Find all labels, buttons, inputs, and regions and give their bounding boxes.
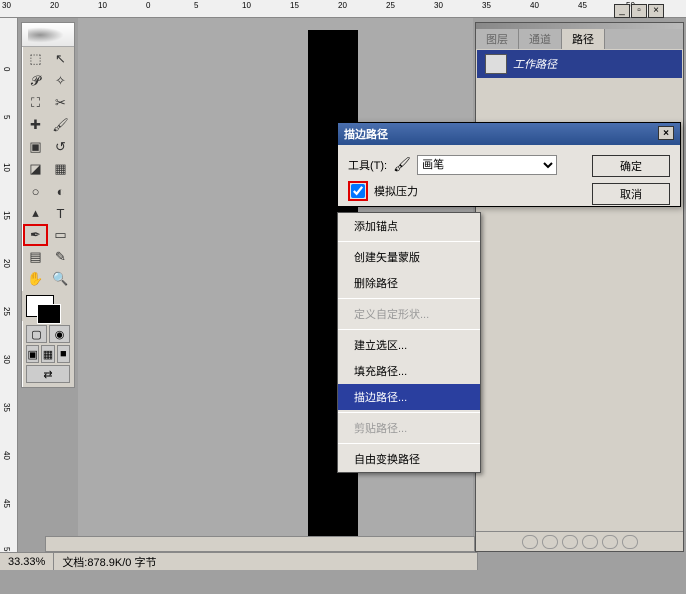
dialog-title: 描边路径 <box>344 126 388 142</box>
close-button[interactable]: × <box>648 4 664 18</box>
window-controls: _ ▫ × <box>614 4 664 18</box>
panel-header[interactable] <box>476 23 683 29</box>
brush-icon[interactable]: 🖌 <box>48 114 73 136</box>
tool-label: 工具(T): <box>348 157 387 173</box>
menu-item[interactable]: 填充路径... <box>338 358 480 384</box>
dialog-close-button[interactable]: × <box>658 126 674 140</box>
wand-icon[interactable]: ✧ <box>48 70 73 92</box>
cancel-button[interactable]: 取消 <box>592 183 670 205</box>
panel-tabs: 图层通道路径 <box>476 29 683 49</box>
path-list-item[interactable]: 工作路径 <box>477 50 682 78</box>
path-thumbnail <box>485 54 507 74</box>
horizontal-ruler <box>0 0 686 18</box>
new-path-icon[interactable] <box>602 535 618 549</box>
app-logo-icon <box>28 26 68 44</box>
menu-separator <box>338 412 480 413</box>
make-workpath-icon[interactable] <box>582 535 598 549</box>
color-swatch-area <box>22 291 74 321</box>
menu-separator <box>338 329 480 330</box>
context-menu: 添加锚点创建矢量蒙版删除路径定义自定形状... 建立选区...填充路径...描边路… <box>337 212 481 473</box>
quickmask-mode-button[interactable]: ◉ <box>49 325 70 343</box>
blur-icon[interactable]: ○ <box>23 180 48 202</box>
heal-icon[interactable]: ✚ <box>23 114 48 136</box>
menu-separator <box>338 443 480 444</box>
tab-图层[interactable]: 图层 <box>476 29 519 49</box>
load-selection-icon[interactable] <box>562 535 578 549</box>
document-info: 文档:878.9K/0 字节 <box>54 553 478 570</box>
menu-item[interactable]: 自由变换路径 <box>338 446 480 472</box>
menu-item[interactable]: 创建矢量蒙版 <box>338 244 480 270</box>
screen-mode-1-button[interactable]: ▣ <box>26 345 39 363</box>
menu-item[interactable]: 建立选区... <box>338 332 480 358</box>
pen-icon[interactable]: ✒ <box>23 224 48 246</box>
screen-mode-2-button[interactable]: ▦ <box>41 345 54 363</box>
simulate-pressure-checkbox[interactable] <box>351 184 365 198</box>
shape-icon[interactable]: ▭ <box>48 224 73 246</box>
menu-item: 剪贴路径... <box>338 415 480 441</box>
delete-path-icon[interactable] <box>622 535 638 549</box>
path-select-icon[interactable]: ▴ <box>23 202 48 224</box>
hand-icon[interactable]: ✋ <box>23 268 48 290</box>
fill-path-icon[interactable] <box>522 535 538 549</box>
notes-icon[interactable]: ▤ <box>23 246 48 268</box>
toolbox-header <box>22 23 74 47</box>
status-bar: 33.33% 文档:878.9K/0 字节 <box>0 552 478 570</box>
history-icon[interactable]: ↺ <box>48 136 73 158</box>
tab-路径[interactable]: 路径 <box>562 29 605 49</box>
menu-item[interactable]: 删除路径 <box>338 270 480 296</box>
tool-grid: ⬚↖𝓟✧⛶✂✚🖌▣↺◪▦○◐▴T✒▭▤✎✋🔍 <box>22 47 74 291</box>
menu-item[interactable]: 添加锚点 <box>338 213 480 239</box>
eyedropper-icon[interactable]: ✎ <box>48 246 73 268</box>
horizontal-scrollbar[interactable] <box>45 536 475 552</box>
brush-preview-icon: 🖌 <box>393 156 411 174</box>
dialog-titlebar[interactable]: 描边路径 × <box>338 123 680 145</box>
crop-icon[interactable]: ⛶ <box>23 92 48 114</box>
minimize-button[interactable]: _ <box>614 4 630 18</box>
vertical-ruler <box>0 18 18 570</box>
type-icon[interactable]: T <box>48 202 73 224</box>
paths-panel: 图层通道路径 工作路径 <box>475 22 684 552</box>
menu-separator <box>338 241 480 242</box>
path-item-label: 工作路径 <box>513 56 557 72</box>
standard-mode-button[interactable]: ▢ <box>26 325 47 343</box>
foreground-background-swatch[interactable] <box>26 295 54 317</box>
lasso-icon[interactable]: 𝓟 <box>23 70 48 92</box>
eraser-icon[interactable]: ◪ <box>23 158 48 180</box>
menu-item[interactable]: 描边路径... <box>338 384 480 410</box>
ok-button[interactable]: 确定 <box>592 155 670 177</box>
simulate-pressure-highlight <box>348 181 368 201</box>
zoom-level[interactable]: 33.33% <box>0 553 54 570</box>
zoom-icon[interactable]: 🔍 <box>48 268 73 290</box>
marquee-icon[interactable]: ⬚ <box>23 48 48 70</box>
tool-select[interactable]: 画笔 <box>417 155 557 175</box>
simulate-pressure-label: 模拟压力 <box>374 183 418 199</box>
toolbox: ⬚↖𝓟✧⛶✂✚🖌▣↺◪▦○◐▴T✒▭▤✎✋🔍 ▢ ◉ ▣ ▦ ■ ⇄ <box>21 22 75 388</box>
toolbox-modes: ▢ ◉ ▣ ▦ ■ ⇄ <box>22 321 74 387</box>
restore-button[interactable]: ▫ <box>631 4 647 18</box>
menu-item: 定义自定形状... <box>338 301 480 327</box>
slice-icon[interactable]: ✂ <box>48 92 73 114</box>
tab-通道[interactable]: 通道 <box>519 29 562 49</box>
move-icon[interactable]: ↖ <box>48 48 73 70</box>
dodge-icon[interactable]: ◐ <box>48 180 73 202</box>
stroke-path-dialog: 描边路径 × 工具(T): 🖌 画笔 模拟压力 确定 取消 <box>337 122 681 207</box>
stroke-path-icon[interactable] <box>542 535 558 549</box>
panel-footer <box>476 531 683 551</box>
jump-to-button[interactable]: ⇄ <box>26 365 70 383</box>
menu-separator <box>338 298 480 299</box>
screen-mode-3-button[interactable]: ■ <box>57 345 70 363</box>
gradient-icon[interactable]: ▦ <box>48 158 73 180</box>
stamp-icon[interactable]: ▣ <box>23 136 48 158</box>
